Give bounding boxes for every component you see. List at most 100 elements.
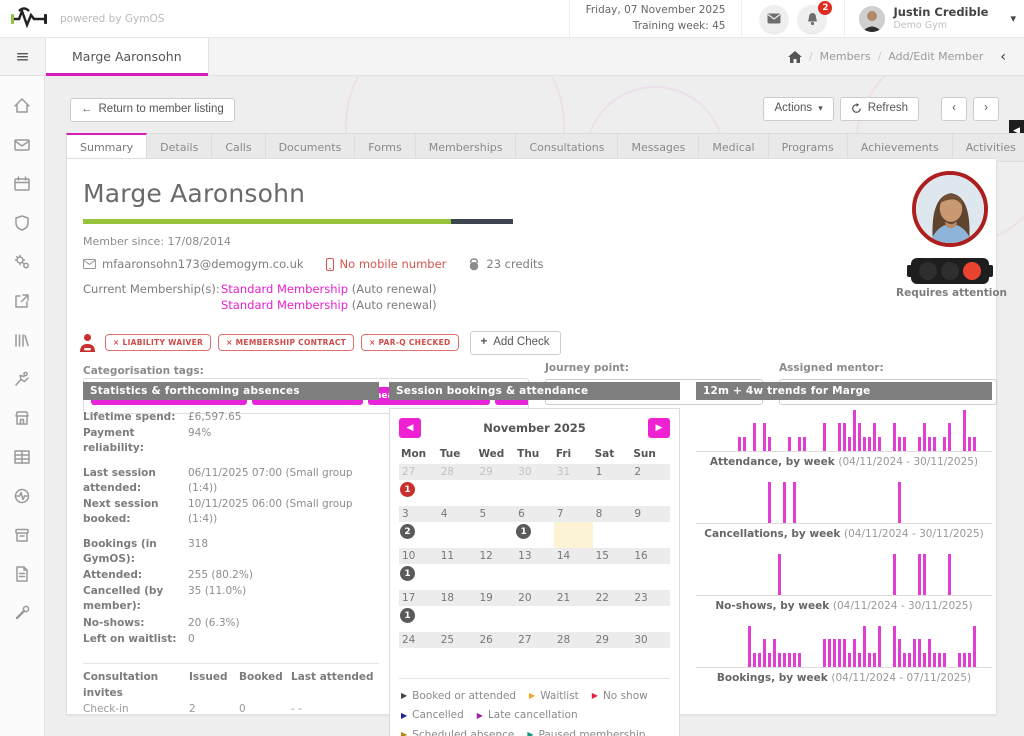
calendar-day-events[interactable]: [631, 522, 670, 548]
calendar-day[interactable]: 18: [438, 590, 477, 606]
calendar-day-events[interactable]: [593, 522, 632, 548]
calendar-day-events[interactable]: 1: [399, 480, 438, 506]
calendar-day-events[interactable]: [593, 480, 632, 506]
calendar-day[interactable]: 20: [515, 590, 554, 606]
sidebar-item-settings[interactable]: [8, 248, 36, 276]
calendar-day[interactable]: 28: [554, 632, 593, 648]
calendar-day[interactable]: 27: [399, 464, 438, 480]
user-menu[interactable]: Justin Credible Demo Gym: [845, 6, 1002, 32]
next-member-button[interactable]: ›: [973, 97, 999, 121]
calendar-day[interactable]: 6: [515, 506, 554, 522]
calendar-day-events[interactable]: [554, 606, 593, 632]
membership-link[interactable]: Standard Membership: [221, 282, 352, 296]
session-count-badge[interactable]: 1: [516, 524, 531, 539]
calendar-next-month-button[interactable]: ▶: [648, 418, 670, 438]
calendar-day-events[interactable]: [593, 648, 632, 674]
calendar-day[interactable]: 29: [593, 632, 632, 648]
calendar-day[interactable]: 3: [399, 506, 438, 522]
calendar-day[interactable]: 10: [399, 548, 438, 564]
calendar-day-events[interactable]: [476, 522, 515, 548]
check-badge-par-q-checked[interactable]: × PAR-Q CHECKED: [361, 334, 458, 351]
calendar-day[interactable]: 12: [476, 548, 515, 564]
calendar-day-events[interactable]: [438, 480, 477, 506]
calendar-day[interactable]: 27: [515, 632, 554, 648]
calendar-day[interactable]: 28: [438, 464, 477, 480]
calendar-day[interactable]: 24: [399, 632, 438, 648]
calendar-day-events[interactable]: [476, 648, 515, 674]
check-badge-liability-waiver[interactable]: × LIABILITY WAIVER: [105, 334, 211, 351]
calendar-day[interactable]: 1: [593, 464, 632, 480]
calendar-day-events[interactable]: [631, 564, 670, 590]
calendar-day[interactable]: 13: [515, 548, 554, 564]
calendar-prev-month-button[interactable]: ◀: [399, 418, 421, 438]
prev-member-button[interactable]: ‹: [941, 97, 967, 121]
calendar-day-events[interactable]: [399, 648, 438, 674]
sidebar-item-brand[interactable]: [8, 482, 36, 510]
sidebar-item-home[interactable]: [8, 92, 36, 120]
calendar-day-events[interactable]: [438, 522, 477, 548]
sidebar-item-document[interactable]: [8, 560, 36, 588]
calendar-day[interactable]: 26: [476, 632, 515, 648]
add-check-button[interactable]: + Add Check: [470, 331, 561, 355]
calendar-day-events[interactable]: 2: [399, 522, 438, 548]
calendar-day-events[interactable]: [631, 648, 670, 674]
calendar-day[interactable]: 7: [554, 506, 593, 522]
calendar-day[interactable]: 21: [554, 590, 593, 606]
session-count-badge[interactable]: 1: [400, 482, 415, 497]
open-page-tab[interactable]: Marge Aaronsohn: [45, 38, 209, 75]
member-photo[interactable]: [912, 171, 988, 247]
calendar-day[interactable]: 16: [631, 548, 670, 564]
calendar-day-events[interactable]: [515, 480, 554, 506]
breadcrumb-collapse-icon[interactable]: ‹: [990, 49, 1016, 65]
calendar-day-events-today[interactable]: [554, 522, 593, 548]
calendar-day-events[interactable]: [515, 564, 554, 590]
calendar-day[interactable]: 29: [476, 464, 515, 480]
member-email[interactable]: mfaaronsohn173@demogym.co.uk: [83, 257, 304, 271]
calendar-day-events[interactable]: 1: [515, 522, 554, 548]
calendar-day[interactable]: 8: [593, 506, 632, 522]
calendar-day[interactable]: 14: [554, 548, 593, 564]
calendar-day-events[interactable]: [476, 606, 515, 632]
calendar-day[interactable]: 31: [554, 464, 593, 480]
calendar-day-events[interactable]: 1: [399, 606, 438, 632]
calendar-day[interactable]: 23: [631, 590, 670, 606]
calendar-day-events[interactable]: [631, 606, 670, 632]
calendar-day[interactable]: 17: [399, 590, 438, 606]
calendar-day-events[interactable]: [631, 480, 670, 506]
calendar-day[interactable]: 30: [631, 632, 670, 648]
hamburger-menu-icon[interactable]: ≡: [0, 38, 45, 75]
breadcrumb-members[interactable]: Members: [820, 50, 871, 63]
return-to-listing-button[interactable]: ← Return to member listing: [70, 98, 235, 122]
home-icon[interactable]: [788, 51, 802, 63]
calendar-day[interactable]: 9: [631, 506, 670, 522]
sidebar-item-calendar[interactable]: [8, 170, 36, 198]
sidebar-item-share[interactable]: [8, 287, 36, 315]
calendar-day-events[interactable]: [515, 648, 554, 674]
calendar-day-events[interactable]: [438, 564, 477, 590]
calendar-day[interactable]: 4: [438, 506, 477, 522]
calendar-day[interactable]: 22: [593, 590, 632, 606]
calendar-day[interactable]: 30: [515, 464, 554, 480]
session-count-badge[interactable]: 2: [400, 524, 415, 539]
refresh-button[interactable]: Refresh: [840, 97, 919, 121]
sidebar-item-mail[interactable]: [8, 131, 36, 159]
sidebar-item-store[interactable]: [8, 404, 36, 432]
calendar-day-events[interactable]: [476, 480, 515, 506]
user-menu-chevron-icon[interactable]: ▾: [1002, 12, 1024, 25]
calendar-day[interactable]: 15: [593, 548, 632, 564]
calendar-day[interactable]: 19: [476, 590, 515, 606]
sidebar-item-tools[interactable]: [8, 599, 36, 627]
calendar-day-events[interactable]: [593, 606, 632, 632]
calendar-day-events[interactable]: [515, 606, 554, 632]
calendar-day-events[interactable]: [554, 564, 593, 590]
calendar-day[interactable]: 2: [631, 464, 670, 480]
check-badge-membership-contract[interactable]: × MEMBERSHIP CONTRACT: [218, 334, 354, 351]
session-count-badge[interactable]: 1: [400, 608, 415, 623]
messages-button[interactable]: [760, 5, 788, 33]
calendar-day-events[interactable]: [593, 564, 632, 590]
calendar-day-events[interactable]: [476, 564, 515, 590]
sidebar-item-shield[interactable]: [8, 209, 36, 237]
sidebar-item-activity[interactable]: [8, 365, 36, 393]
app-logo[interactable]: powered by GymOS: [0, 6, 164, 32]
calendar-day-events[interactable]: [438, 648, 477, 674]
